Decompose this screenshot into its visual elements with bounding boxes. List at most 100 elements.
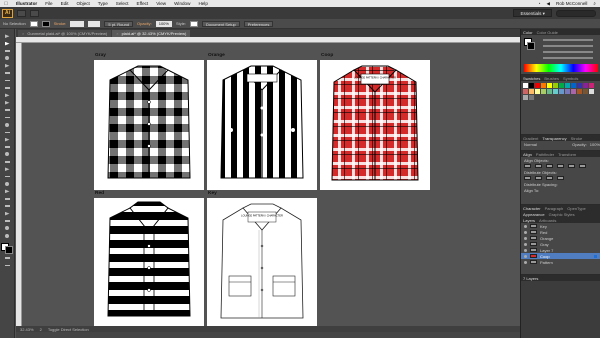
swatch[interactable] (565, 89, 570, 94)
swatch[interactable] (577, 83, 582, 88)
menu-help[interactable]: Help (194, 1, 211, 6)
align-right-icon[interactable] (546, 164, 553, 168)
visibility-eye-icon[interactable] (524, 230, 527, 234)
artboard-coop[interactable]: LOUNGE PATTERN / CHARACTER (320, 60, 430, 190)
swatch[interactable] (535, 83, 540, 88)
artboard-gray[interactable] (94, 60, 204, 190)
stroke-color-swatch[interactable] (527, 42, 535, 50)
swatch[interactable] (583, 83, 588, 88)
close-icon[interactable]: × (116, 30, 118, 37)
preferences-button[interactable]: Preferences (243, 20, 274, 27)
menu-effect[interactable]: Effect (133, 1, 153, 6)
distribute-icon[interactable] (535, 176, 542, 180)
pen-tool-icon[interactable] (2, 63, 12, 69)
bridge-button[interactable] (17, 9, 26, 17)
screen-mode-icon[interactable] (2, 262, 12, 268)
graphic-style-swatch[interactable] (189, 20, 198, 27)
layer-name[interactable]: Red (540, 230, 547, 235)
swatch[interactable] (559, 89, 564, 94)
swatch[interactable] (559, 83, 564, 88)
symbol-sprayer-tool-icon[interactable] (2, 196, 12, 202)
distribute-icon[interactable] (524, 176, 531, 180)
zoom-tool-icon[interactable] (2, 233, 12, 239)
mesh-tool-icon[interactable] (2, 166, 12, 172)
stroke-swatch[interactable] (41, 20, 50, 27)
tab-layers[interactable]: Layers (523, 218, 535, 223)
artboard-navigation[interactable]: 2 (40, 327, 42, 332)
eyedropper-tool-icon[interactable] (2, 181, 12, 187)
stroke-weight-field[interactable] (70, 20, 85, 27)
fill-swatch[interactable] (29, 20, 38, 27)
swatch[interactable] (547, 89, 552, 94)
artboard-key[interactable]: LOUNGE PATTERN / CHARACTER (207, 198, 317, 328)
tab-plaid[interactable]: × plaid.ai* @ 32.43% (CMYK/Preview) (112, 30, 191, 37)
visibility-eye-icon[interactable] (524, 224, 527, 228)
opacity-field[interactable]: 100% (155, 20, 172, 27)
tab-brushes[interactable]: Brushes (544, 76, 559, 81)
selection-tool-icon[interactable] (2, 33, 12, 39)
tab-gunmetal-plaid[interactable]: × Gunmetal plaid.ai* @ 100% (CMYK/Preview… (18, 30, 112, 37)
draw-mode-icon[interactable] (2, 255, 12, 261)
tab-appearance[interactable]: Appearance (523, 212, 545, 217)
hand-tool-icon[interactable] (2, 225, 12, 231)
swatch[interactable] (553, 83, 558, 88)
type-tool-icon[interactable] (2, 70, 12, 76)
layer-name[interactable]: Orange (540, 236, 553, 241)
swatch[interactable] (523, 95, 528, 100)
swatch[interactable] (541, 89, 546, 94)
menu-type[interactable]: Type (94, 1, 112, 6)
visibility-eye-icon[interactable] (524, 248, 527, 252)
tab-opentype[interactable]: OpenType (567, 206, 585, 211)
swatch[interactable] (571, 83, 576, 88)
blob-brush-tool-icon[interactable] (2, 107, 12, 113)
selection-indicator-icon[interactable] (594, 254, 597, 258)
swatch[interactable] (529, 83, 534, 88)
swatch[interactable] (523, 83, 528, 88)
user-name[interactable]: Rob McConnell (556, 1, 587, 6)
visibility-eye-icon[interactable] (524, 242, 527, 246)
shape-builder-tool-icon[interactable] (2, 151, 12, 157)
column-graph-tool-icon[interactable] (2, 203, 12, 209)
align-left-icon[interactable] (524, 164, 531, 168)
y-slider[interactable] (543, 51, 593, 53)
swatch[interactable] (541, 83, 546, 88)
brush-definition-dropdown[interactable]: 5 pt. Round (104, 20, 134, 27)
help-search-input[interactable] (556, 9, 596, 17)
opacity-label[interactable]: Opacity: (137, 21, 152, 26)
variable-width-field[interactable] (88, 20, 101, 27)
layer-name[interactable]: Pattern (540, 260, 553, 265)
tab-pathfinder[interactable]: Pathfinder (536, 152, 554, 157)
tab-color[interactable]: Color (523, 30, 533, 35)
distribute-icon[interactable] (546, 176, 553, 180)
tab-stroke[interactable]: Stroke (571, 136, 583, 141)
blend-tool-icon[interactable] (2, 188, 12, 194)
layer-name[interactable]: Layer 7 (540, 248, 553, 253)
line-tool-icon[interactable] (2, 77, 12, 83)
width-tool-icon[interactable] (2, 136, 12, 142)
swatch[interactable] (529, 89, 534, 94)
menu-file[interactable]: File (41, 1, 56, 6)
swatch[interactable] (535, 89, 540, 94)
tab-swatches[interactable]: Swatches (523, 76, 540, 81)
perspective-grid-tool-icon[interactable] (2, 159, 12, 165)
swatch[interactable] (535, 95, 540, 100)
volume-icon[interactable]: ◀ (546, 1, 550, 7)
tab-paragraph[interactable]: Paragraph (545, 206, 564, 211)
rotate-tool-icon[interactable] (2, 122, 12, 128)
wifi-icon[interactable]: ◔ (538, 1, 541, 6)
c-slider[interactable] (543, 39, 593, 41)
swatch[interactable] (553, 89, 558, 94)
visibility-eye-icon[interactable] (524, 254, 527, 258)
menu-app[interactable]: Illustrator (12, 1, 41, 6)
menu-view[interactable]: View (152, 1, 170, 6)
tab-transparency[interactable]: Transparency (542, 136, 566, 141)
paintbrush-tool-icon[interactable] (2, 92, 12, 98)
swatch[interactable] (571, 89, 576, 94)
layer-name[interactable]: Coop (540, 254, 550, 259)
menu-select[interactable]: Select (112, 1, 133, 6)
tab-graphic-styles[interactable]: Graphic Styles (549, 212, 575, 217)
artboard-tool-icon[interactable] (2, 210, 12, 216)
tab-align[interactable]: Align (523, 152, 532, 157)
apple-icon[interactable]:  (0, 1, 12, 7)
swatch[interactable] (523, 89, 528, 94)
